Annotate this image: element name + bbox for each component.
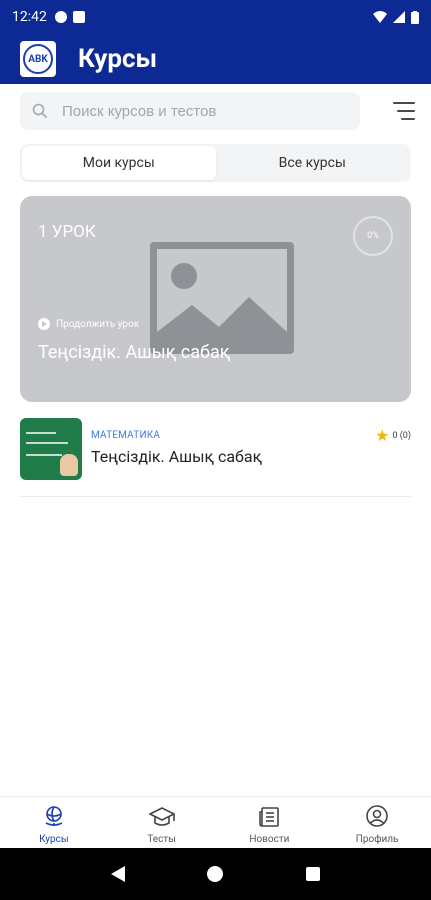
logo-mark: ABK xyxy=(23,44,53,74)
lesson-count: 1 УРОК xyxy=(38,222,96,242)
tab-my-courses[interactable]: Мои курсы xyxy=(22,146,216,180)
course-thumbnail xyxy=(20,418,82,480)
search-icon xyxy=(32,103,48,119)
globe-icon xyxy=(45,806,63,826)
page-title: Курсы xyxy=(78,44,158,74)
course-list-item[interactable]: МАТЕМАТИКА Теңсіздік. Ашық сабақ ★ 0 (0) xyxy=(20,418,411,482)
rating-value: 0 (0) xyxy=(392,431,411,441)
nav-tests[interactable]: Тесты xyxy=(108,797,216,848)
continue-lesson[interactable]: Продолжить урок xyxy=(38,318,139,330)
nav-profile-label: Профиль xyxy=(355,834,399,845)
play-icon xyxy=(38,318,50,330)
bottom-navigation: Курсы Тесты Новости Профиль xyxy=(0,796,431,848)
filter-icon[interactable] xyxy=(389,100,415,122)
hero-course-title: Теңсіздік. Ашық сабақ xyxy=(38,342,231,363)
newspaper-icon xyxy=(259,807,280,827)
progress-ring: 0% xyxy=(353,216,393,256)
star-icon: ★ xyxy=(375,426,390,445)
nav-news[interactable]: Новости xyxy=(216,797,324,848)
sd-card-icon xyxy=(72,11,85,23)
nav-news-label: Новости xyxy=(249,834,290,845)
search-input[interactable] xyxy=(62,102,342,120)
nav-courses[interactable]: Курсы xyxy=(0,797,108,848)
progress-value: 0% xyxy=(367,231,379,241)
course-category: МАТЕМАТИКА xyxy=(91,430,161,441)
course-rating: ★ 0 (0) xyxy=(375,428,411,444)
continue-course-card[interactable]: 1 УРОК 0% Продолжить урок Теңсіздік. Ашы… xyxy=(20,196,411,402)
course-title: Теңсіздік. Ашық сабақ xyxy=(91,447,263,466)
app-logo: ABK xyxy=(20,41,56,77)
recent-apps-icon[interactable] xyxy=(305,867,320,881)
course-tabs: Мои курсы Все курсы xyxy=(20,144,411,182)
graduation-cap-icon xyxy=(148,807,175,826)
course-info: МАТЕМАТИКА Теңсіздік. Ашық сабақ ★ 0 (0) xyxy=(91,418,411,482)
signal-icon xyxy=(393,11,405,23)
home-icon[interactable] xyxy=(207,866,224,882)
continue-label: Продолжить урок xyxy=(56,318,140,330)
status-bar: 12:42 xyxy=(0,0,431,34)
user-circle-icon xyxy=(366,805,388,827)
list-divider xyxy=(20,496,411,497)
notification-icon xyxy=(54,11,67,23)
nav-tests-label: Тесты xyxy=(147,834,176,845)
back-icon[interactable] xyxy=(111,866,126,882)
nav-profile[interactable]: Профиль xyxy=(323,797,431,848)
app-bar: ABK Курсы xyxy=(0,34,431,84)
image-placeholder-icon xyxy=(150,242,294,354)
wifi-icon xyxy=(373,11,387,23)
nav-courses-label: Курсы xyxy=(39,834,69,845)
system-navigation-bar xyxy=(0,848,431,900)
search-box[interactable] xyxy=(20,92,360,130)
battery-icon xyxy=(411,10,419,24)
search-row xyxy=(20,92,415,130)
status-time: 12:42 xyxy=(12,9,47,25)
tab-all-courses[interactable]: Все курсы xyxy=(216,146,410,180)
